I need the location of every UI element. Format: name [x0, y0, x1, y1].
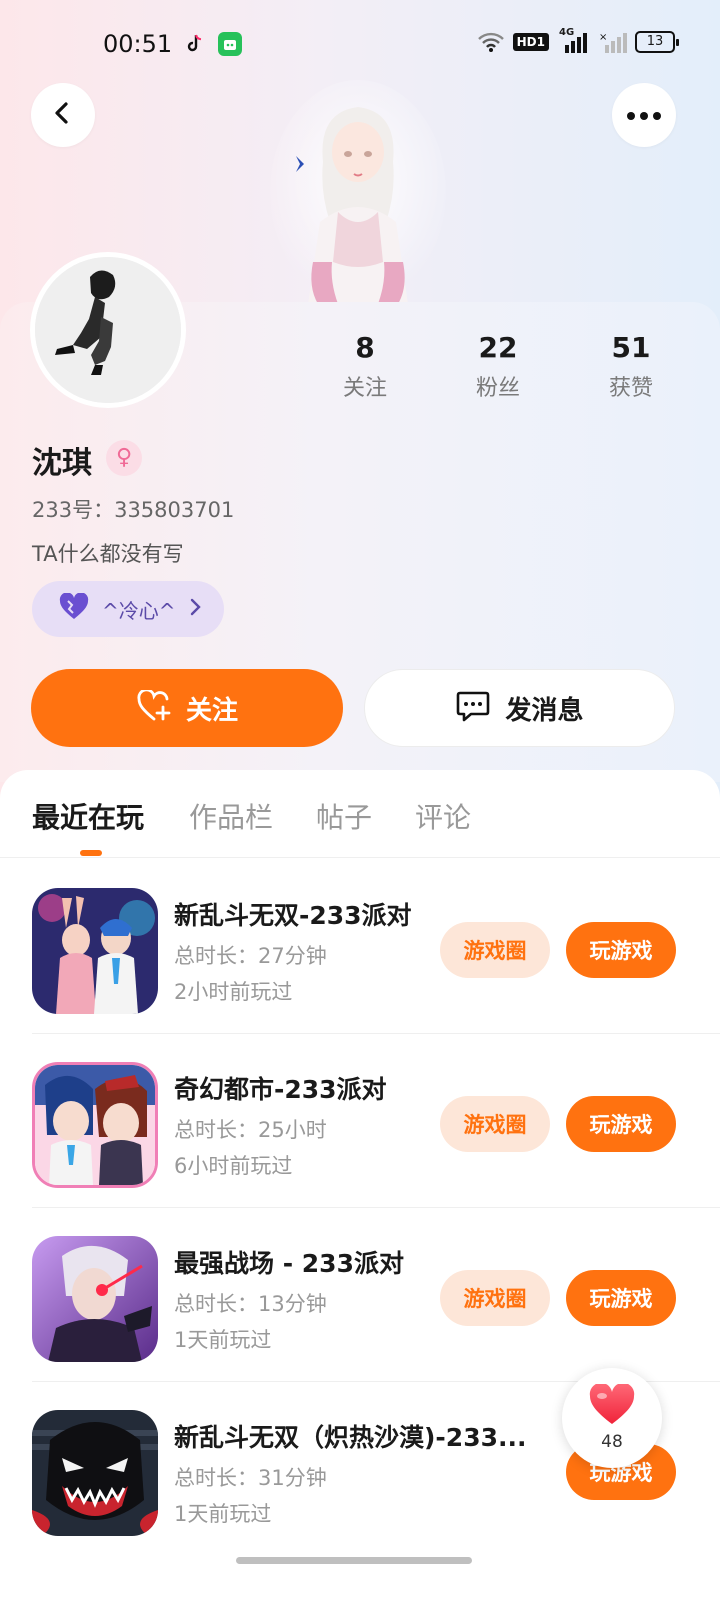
stat-value: 51 [611, 331, 651, 364]
game-duration: 总时长：31分钟 [174, 1466, 327, 1490]
tab-active-indicator [80, 850, 102, 856]
game-icon[interactable] [32, 1062, 158, 1188]
game-title: 最强战场 - 233派对 [174, 1249, 404, 1278]
follow-button[interactable]: 关注 [31, 669, 343, 747]
wifi-icon [477, 31, 504, 53]
stat-label: 关注 [342, 376, 387, 401]
svg-text:×: × [599, 32, 607, 43]
game-circle-button[interactable]: 游戏圈 [440, 1096, 550, 1152]
chevron-left-icon [50, 100, 76, 130]
status-time: 00:51 [103, 30, 173, 58]
game-list-item[interactable]: 最强战场 - 233派对 总时长：13分钟 1天前玩过 游戏圈 玩游戏 [0, 1208, 720, 1382]
network-type-label: 4G [559, 27, 575, 38]
heart-tag-label: ^冷心^ [102, 598, 176, 623]
play-game-button[interactable]: 玩游戏 [566, 1270, 676, 1326]
battery-indicator: 13 [635, 31, 679, 53]
chevron-right-icon [188, 597, 202, 621]
game-title: 奇幻都市-233派对 [174, 1075, 387, 1104]
more-dots-icon [626, 106, 662, 125]
profile-avatar[interactable] [30, 252, 186, 408]
game-duration: 总时长：27分钟 [174, 944, 327, 968]
game-duration: 总时长：13分钟 [174, 1292, 327, 1316]
game-last-played: 6小时前玩过 [174, 1154, 293, 1178]
game-list-item[interactable]: 新乱斗无双-233派对 总时长：27分钟 2小时前玩过 游戏圈 玩游戏 [0, 860, 720, 1034]
profile-name: 沈琪 [32, 446, 92, 481]
game-icon[interactable] [32, 888, 158, 1014]
purple-heart-icon [58, 592, 90, 625]
profile-bio: TA什么都没有写 [32, 542, 184, 566]
heart-plus-icon [136, 688, 172, 726]
game-list-item[interactable]: 奇幻都市-233派对 总时长：25小时 6小时前玩过 游戏圈 玩游戏 [0, 1034, 720, 1208]
stat-label: 获赞 [608, 376, 653, 401]
game-icon[interactable] [32, 1410, 158, 1536]
send-message-button[interactable]: 发消息 [364, 669, 675, 747]
follow-label: 关注 [185, 695, 238, 726]
play-game-button[interactable]: 玩游戏 [566, 1096, 676, 1152]
stat-value: 8 [355, 331, 375, 364]
stat-following[interactable]: 8 关注 [305, 330, 425, 402]
game-circle-button[interactable]: 游戏圈 [440, 1270, 550, 1326]
like-floating-button[interactable]: 48 [562, 1368, 662, 1468]
signal-4g-icon: 4G [559, 27, 589, 53]
tab-bar: 最近在玩 作品栏 帖子 评论 [0, 770, 720, 858]
tab-posts[interactable]: 帖子 [316, 796, 372, 836]
game-title: 新乱斗无双-233派对 [174, 901, 412, 930]
stat-followers[interactable]: 22 粉丝 [438, 330, 558, 402]
stat-label: 粉丝 [475, 376, 520, 401]
back-button[interactable] [31, 83, 95, 147]
red-heart-icon [588, 1382, 636, 1430]
play-game-button[interactable]: 玩游戏 [566, 922, 676, 978]
female-gender-icon: ♀ [106, 440, 142, 476]
hd-badge: HD1 [512, 33, 549, 51]
game-duration: 总时长：25小时 [174, 1118, 327, 1142]
content-panel: 最近在玩 作品栏 帖子 评论 新乱斗无双-233派对 总时长：27分钟 2小时前… [0, 770, 720, 1600]
gender-symbol: ♀ [115, 445, 133, 470]
more-options-button[interactable] [612, 83, 676, 147]
game-last-played: 2小时前玩过 [174, 980, 293, 1004]
character-avatar-figure[interactable] [268, 72, 448, 304]
game-last-played: 1天前玩过 [174, 1328, 272, 1352]
game-title: 新乱斗无双（炽热沙漠)-233... [174, 1423, 527, 1452]
like-count: 48 [601, 1432, 623, 1452]
tiktok-notification-icon [182, 32, 206, 56]
game-circle-button[interactable]: 游戏圈 [440, 922, 550, 978]
signal-no-service-icon: × [599, 31, 627, 53]
heart-tag-button[interactable]: ^冷心^ [32, 581, 224, 637]
stat-likes[interactable]: 51 获赞 [571, 330, 691, 402]
game-last-played: 1天前玩过 [174, 1502, 272, 1526]
stat-value: 22 [478, 331, 518, 364]
app-notification-icon [218, 32, 242, 56]
chat-bubble-icon [455, 689, 491, 727]
message-label: 发消息 [505, 695, 584, 726]
user-id[interactable]: 233号：335803701 [32, 494, 234, 524]
tab-recent-play[interactable]: 最近在玩 [32, 796, 144, 836]
tab-works[interactable]: 作品栏 [189, 796, 273, 836]
tab-comments[interactable]: 评论 [415, 796, 471, 836]
game-icon[interactable] [32, 1236, 158, 1362]
home-indicator[interactable] [236, 1557, 472, 1564]
